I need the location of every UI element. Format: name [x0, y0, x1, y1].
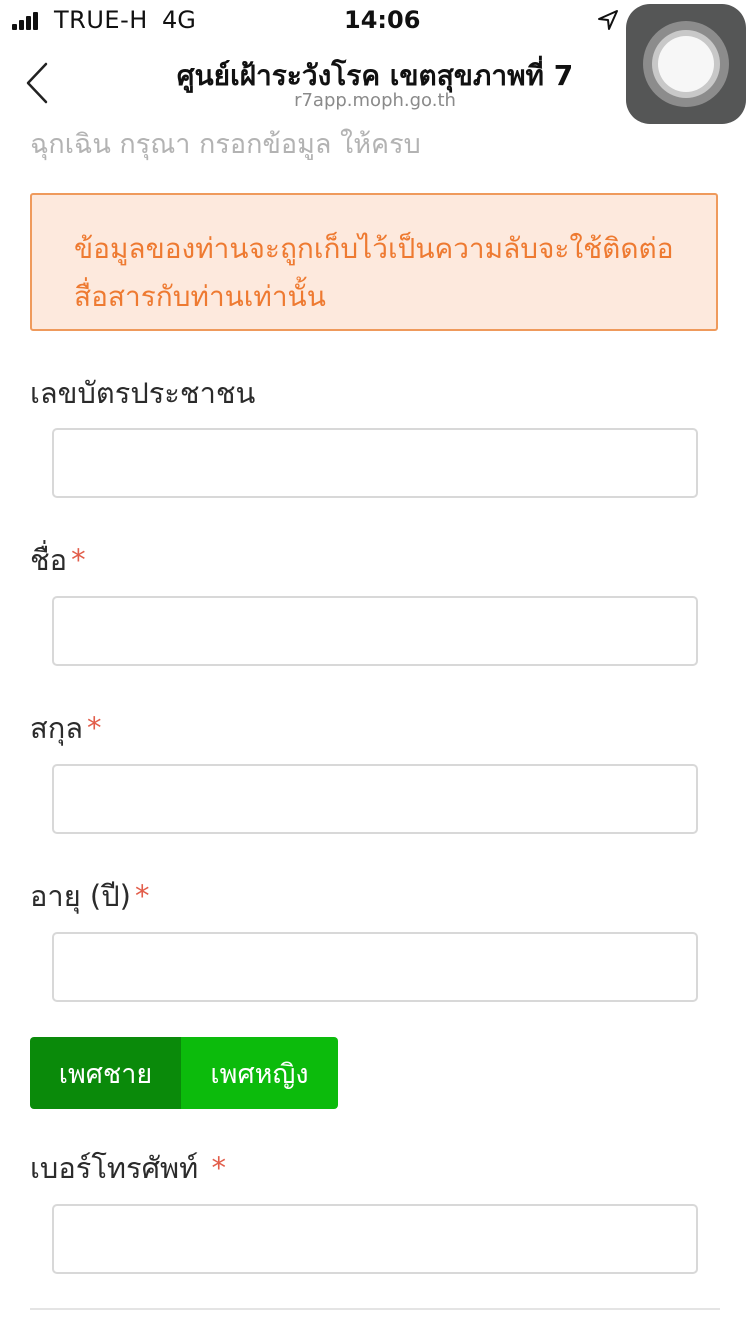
required-mark: *: [211, 1151, 226, 1185]
carrier-name: TRUE-H: [54, 6, 148, 34]
privacy-notice: ข้อมูลของท่านจะถูกเก็บไว้เป็นความลับจะใช…: [30, 193, 718, 331]
status-time: 14:06: [344, 6, 421, 34]
national-id-label-text: เลขบัตรประชาชน: [30, 376, 256, 410]
form-subtitle: ฉุกเฉิน กรุณา กรอกข้อมูล ให้ครบ: [30, 129, 421, 160]
divider: [30, 1308, 720, 1310]
first-name-label-text: ชื่อ: [30, 543, 68, 577]
phone-input[interactable]: [52, 1204, 698, 1274]
required-mark: *: [87, 711, 102, 745]
age-label: อายุ (ปี) *: [30, 873, 149, 919]
last-name-label-text: สกุล: [30, 711, 84, 745]
last-name-input[interactable]: [52, 764, 698, 834]
location-arrow-icon: [598, 10, 618, 30]
signal-strength-icon: [12, 12, 42, 30]
phone-label: เบอร์โทรศัพท์ *: [30, 1145, 226, 1191]
national-id-label: เลขบัตรประชาชน: [30, 370, 255, 416]
first-name-input[interactable]: [52, 596, 698, 666]
age-label-text: อายุ (ปี): [30, 879, 131, 913]
first-name-label: ชื่อ *: [30, 537, 86, 583]
assistive-touch-icon[interactable]: [626, 4, 746, 124]
chevron-left-icon[interactable]: [24, 62, 50, 104]
age-input[interactable]: [52, 932, 698, 1002]
network-type: 4G: [162, 6, 196, 34]
required-mark: *: [134, 879, 150, 913]
page-url: r7app.moph.go.th: [294, 90, 456, 111]
phone-label-text: เบอร์โทรศัพท์: [30, 1151, 208, 1185]
required-mark: *: [71, 543, 86, 577]
last-name-label: สกุล *: [30, 705, 102, 751]
gender-selector: เพศชาย เพศหญิง: [30, 1037, 338, 1109]
gender-female-button[interactable]: เพศหญิง: [181, 1037, 338, 1109]
national-id-input[interactable]: [52, 428, 698, 498]
gender-male-button[interactable]: เพศชาย: [30, 1037, 181, 1109]
